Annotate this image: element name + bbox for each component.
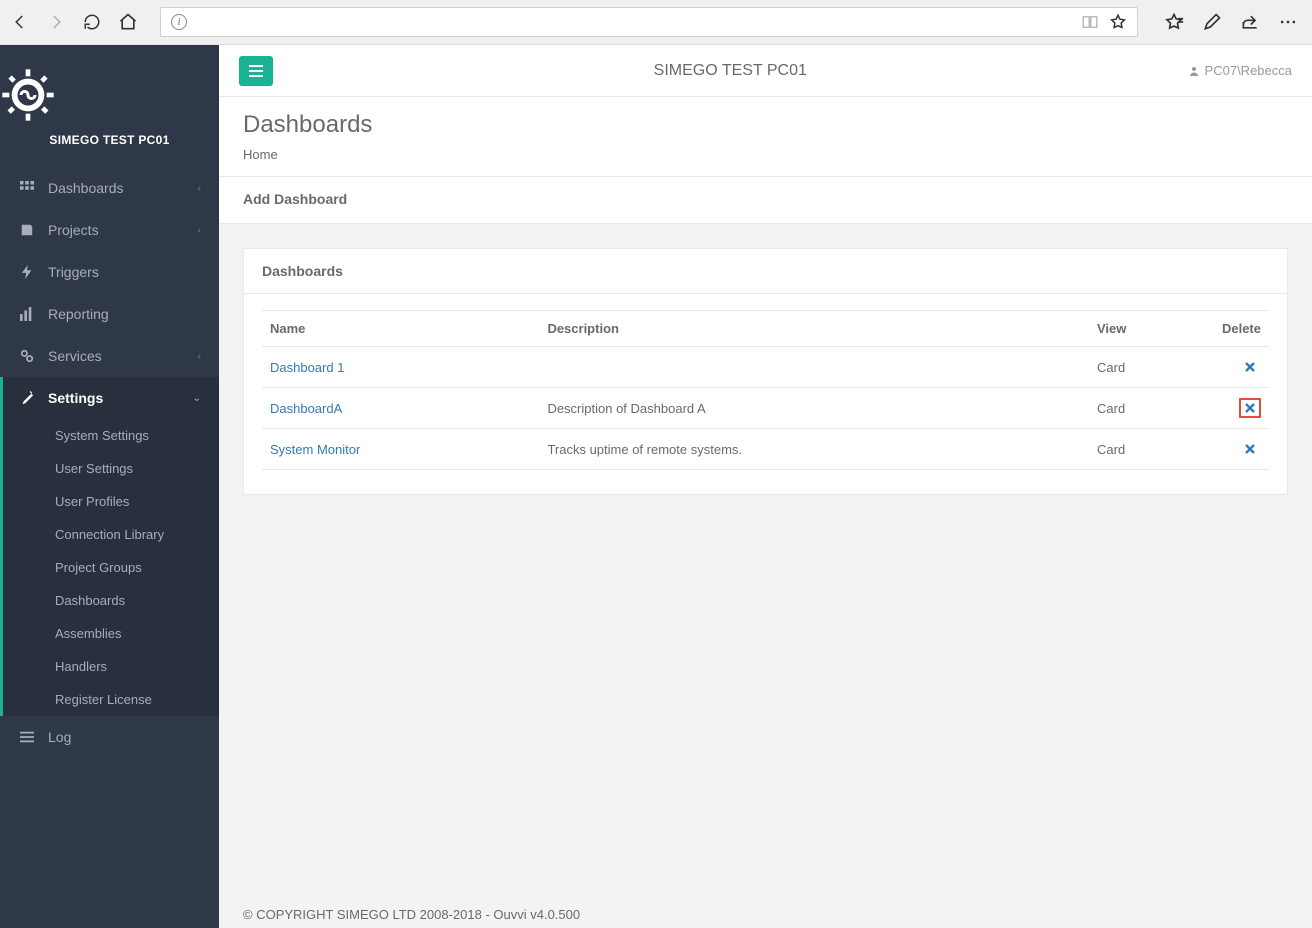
- sidebar-item-dashboards[interactable]: Dashboards‹: [0, 167, 219, 209]
- dashboard-view: Card: [1089, 429, 1189, 470]
- dashboard-link[interactable]: System Monitor: [270, 442, 360, 457]
- chevron-left-icon: ‹: [198, 225, 201, 236]
- dashboards-panel: Dashboards Name Description View Delete …: [243, 248, 1288, 495]
- page-header: Dashboards Home: [219, 97, 1312, 177]
- add-dashboard-link[interactable]: Add Dashboard: [243, 191, 347, 207]
- table-row: DashboardA Description of Dashboard ACard: [262, 388, 1269, 429]
- sidebar-item-label: Triggers: [48, 264, 201, 280]
- delete-button[interactable]: [1239, 398, 1261, 418]
- dashboard-view: Card: [1089, 347, 1189, 388]
- share-icon[interactable]: [1240, 12, 1260, 32]
- panel-title: Dashboards: [244, 249, 1287, 294]
- subnav-item-user-profiles[interactable]: User Profiles: [3, 485, 219, 518]
- subnav-item-system-settings[interactable]: System Settings: [3, 419, 219, 452]
- sidebar-item-label: Settings: [48, 390, 193, 406]
- hamburger-button[interactable]: [239, 56, 273, 86]
- sidebar-item-label: Dashboards: [48, 180, 198, 196]
- topbar-title: SIMEGO TEST PC01: [273, 62, 1188, 80]
- browser-refresh-button[interactable]: [80, 10, 104, 34]
- subnav-item-dashboards[interactable]: Dashboards: [3, 584, 219, 617]
- sidebar-item-reporting[interactable]: Reporting: [0, 293, 219, 335]
- sidebar-item-label: Services: [48, 348, 198, 364]
- dashboard-description: Description of Dashboard A: [539, 388, 1089, 429]
- settings-icon: [18, 391, 36, 405]
- projects-icon: [18, 223, 36, 237]
- th-delete[interactable]: Delete: [1189, 311, 1269, 347]
- dashboard-description: [539, 347, 1089, 388]
- main-area: SIMEGO TEST PC01 PC07\Rebecca Dashboards…: [219, 45, 1312, 928]
- dashboard-link[interactable]: Dashboard 1: [270, 360, 344, 375]
- brand-name: SIMEGO TEST PC01: [0, 133, 219, 147]
- breadcrumb[interactable]: Home: [243, 147, 1288, 162]
- user-icon: [1188, 65, 1200, 77]
- dashboards-icon: [18, 181, 36, 195]
- page-title: Dashboards: [243, 111, 1288, 139]
- user-label: PC07\Rebecca: [1205, 63, 1292, 78]
- subnav-item-user-settings[interactable]: User Settings: [3, 452, 219, 485]
- reading-mode-icon[interactable]: [1081, 13, 1099, 31]
- log-icon: [18, 730, 36, 744]
- browser-home-button[interactable]: [116, 10, 140, 34]
- sidebar-item-log[interactable]: Log: [0, 716, 219, 758]
- sidebar: SIMEGO TEST PC01 Dashboards‹Projects‹Tri…: [0, 45, 219, 928]
- sidebar-nav: Dashboards‹Projects‹TriggersReportingSer…: [0, 167, 219, 758]
- delete-button[interactable]: [1239, 357, 1261, 377]
- dashboards-table: Name Description View Delete Dashboard 1…: [262, 310, 1269, 470]
- settings-subnav: System SettingsUser SettingsUser Profile…: [0, 419, 219, 716]
- sidebar-item-label: Projects: [48, 222, 198, 238]
- th-name[interactable]: Name: [262, 311, 539, 347]
- url-bar[interactable]: i: [160, 7, 1138, 37]
- subnav-item-connection-library[interactable]: Connection Library: [3, 518, 219, 551]
- favorites-icon[interactable]: [1164, 12, 1184, 32]
- subnav-item-register-license[interactable]: Register License: [3, 683, 219, 716]
- table-row: Dashboard 1 Card: [262, 347, 1269, 388]
- notes-icon[interactable]: [1202, 12, 1222, 32]
- browser-chrome: i: [0, 0, 1312, 45]
- content: Dashboards Name Description View Delete …: [219, 224, 1312, 928]
- sidebar-item-label: Reporting: [48, 306, 201, 322]
- footer-text: © COPYRIGHT SIMEGO LTD 2008-2018 - Ouvvi…: [219, 897, 1312, 928]
- chevron-left-icon: ‹: [198, 183, 201, 194]
- url-input[interactable]: [197, 15, 1071, 30]
- chevron-down-icon: ⌄: [193, 393, 201, 404]
- brand-logo-icon: [0, 67, 56, 123]
- th-description[interactable]: Description: [539, 311, 1089, 347]
- topbar-user[interactable]: PC07\Rebecca: [1188, 63, 1292, 78]
- table-row: System Monitor Tracks uptime of remote sy…: [262, 429, 1269, 470]
- services-icon: [18, 349, 36, 363]
- chevron-left-icon: ‹: [198, 351, 201, 362]
- info-icon: i: [171, 14, 187, 30]
- th-view[interactable]: View: [1089, 311, 1189, 347]
- sidebar-item-settings[interactable]: Settings⌄: [0, 377, 219, 419]
- browser-forward-button[interactable]: [44, 10, 68, 34]
- action-bar: Add Dashboard: [219, 177, 1312, 224]
- sidebar-item-services[interactable]: Services‹: [0, 335, 219, 377]
- delete-button[interactable]: [1239, 439, 1261, 459]
- dashboard-link[interactable]: DashboardA: [270, 401, 342, 416]
- reporting-icon: [18, 307, 36, 321]
- more-icon[interactable]: [1278, 12, 1298, 32]
- subnav-item-assemblies[interactable]: Assemblies: [3, 617, 219, 650]
- sidebar-item-triggers[interactable]: Triggers: [0, 251, 219, 293]
- sidebar-item-label: Log: [48, 729, 201, 745]
- sidebar-item-projects[interactable]: Projects‹: [0, 209, 219, 251]
- star-icon[interactable]: [1109, 13, 1127, 31]
- brand: SIMEGO TEST PC01: [0, 45, 219, 163]
- dashboard-description: Tracks uptime of remote systems.: [539, 429, 1089, 470]
- subnav-item-project-groups[interactable]: Project Groups: [3, 551, 219, 584]
- triggers-icon: [18, 265, 36, 279]
- topbar: SIMEGO TEST PC01 PC07\Rebecca: [219, 45, 1312, 97]
- hamburger-icon: [249, 65, 263, 77]
- subnav-item-handlers[interactable]: Handlers: [3, 650, 219, 683]
- browser-back-button[interactable]: [8, 10, 32, 34]
- dashboard-view: Card: [1089, 388, 1189, 429]
